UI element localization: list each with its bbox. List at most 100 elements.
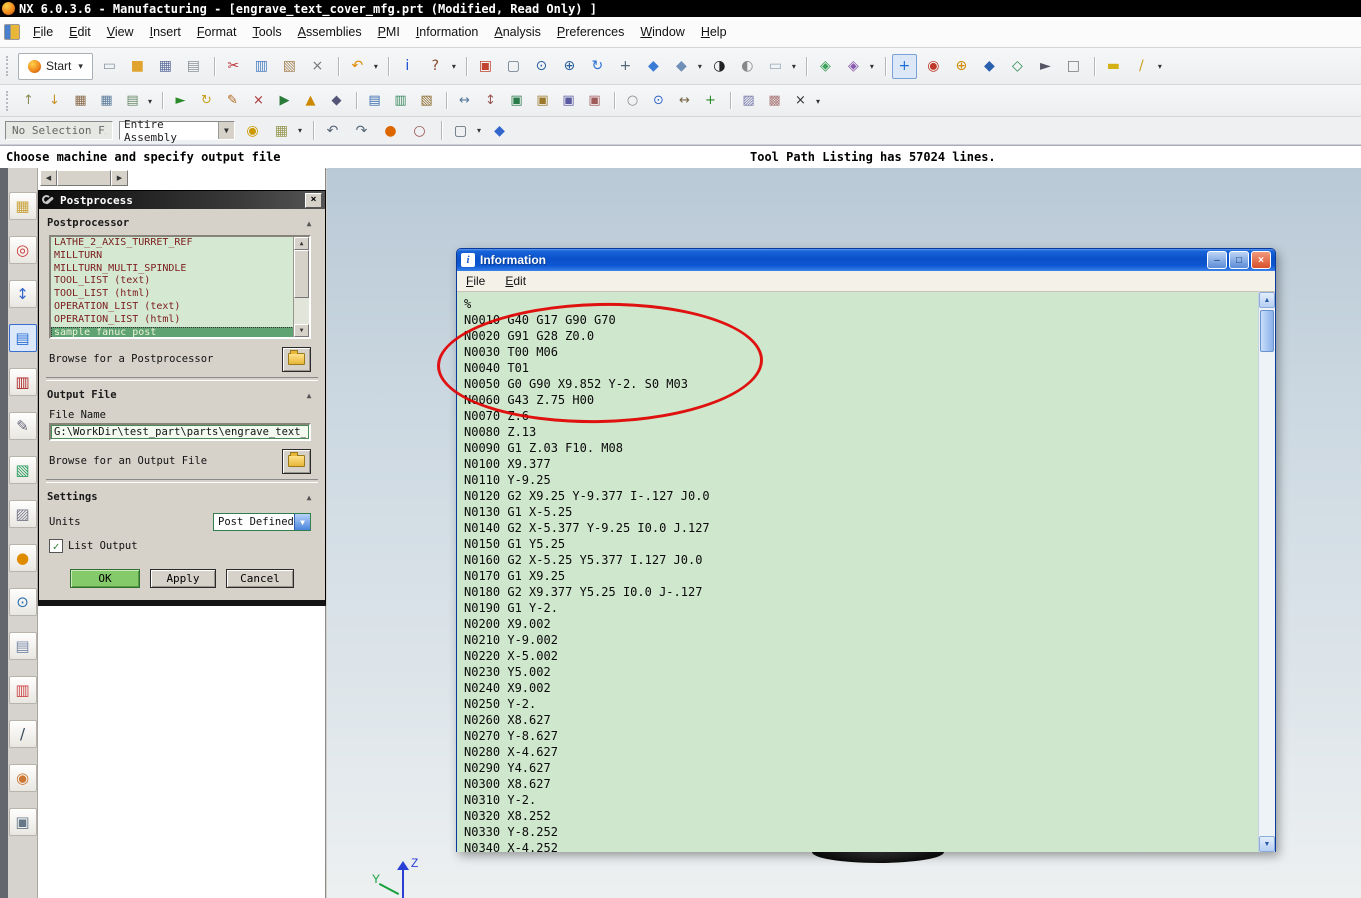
chevron-down-icon[interactable]: ▼ [294,514,310,530]
object-properties-icon[interactable]: ▨ [730,90,759,111]
delete-setup-icon[interactable]: × [790,90,821,111]
constraint-navigator-icon[interactable]: ◎ [8,236,37,264]
shaded-display-icon[interactable]: ◆ [642,55,665,78]
scrollbar-thumb[interactable] [57,170,111,186]
marquee-select-icon[interactable]: ▢ [441,119,482,142]
maximize-icon[interactable]: □ [1229,251,1249,269]
file-name-input[interactable] [49,423,311,441]
contacts-icon[interactable]: ◉ [8,764,37,792]
scroll-left-icon[interactable]: ◀ [40,170,57,186]
snap-redo-icon[interactable]: ↷ [350,119,373,142]
postprocessor-list-item[interactable]: TOOL_LIST (text) [51,275,294,288]
scrollbar-thumb[interactable] [1260,310,1274,352]
menu-item[interactable]: Information [409,23,486,41]
open-icon[interactable]: ■ [126,55,149,78]
information-titlebar[interactable]: i Information – □ × [457,249,1275,271]
machine-tool-view-icon[interactable]: ▣ [532,90,553,111]
method-view-icon[interactable]: ▣ [584,90,605,111]
postprocess-icon[interactable]: ▥ [390,90,411,111]
camera-icon[interactable]: ▣ [8,808,37,836]
scroll-up-icon[interactable]: ▲ [1259,292,1275,308]
create-operation-icon[interactable]: + [700,90,721,111]
synchronize-icon[interactable]: ↔ [674,90,695,111]
toolbar-drag-handle[interactable] [6,56,11,76]
scroll-down-icon[interactable]: ▼ [1259,836,1275,852]
minimize-icon[interactable]: – [1207,251,1227,269]
selection-filter-input[interactable] [10,123,108,138]
measure-distance-icon[interactable]: ▬ [1093,55,1125,78]
navigator-horizontal-scrollbar[interactable]: ◀ ▶ [40,170,128,186]
gcode-listing[interactable]: ▲ ▼ % N0010 G40 G17 G90 G70 N0020 G91 G28 … [457,292,1275,852]
list-scrollbar[interactable]: ▲ ▼ [293,237,309,337]
program-view-icon[interactable]: ▣ [506,90,527,111]
edit-toolpath-icon[interactable]: ✎ [222,90,243,111]
geometry-view-icon[interactable]: ▣ [558,90,579,111]
scroll-down-icon[interactable]: ▼ [294,324,309,337]
menu-item[interactable]: Help [694,23,734,41]
snap-undo-icon[interactable]: ↶ [313,119,344,142]
postprocessor-list-item[interactable]: MILLTURN_MULTI_SPINDLE [51,263,294,276]
delete-toolpath-icon[interactable]: × [248,90,269,111]
menu-item[interactable]: File [26,23,60,41]
apply-button[interactable]: Apply [150,569,216,588]
menu-item[interactable]: File [464,273,487,289]
snap-arc-icon[interactable]: ○ [408,119,431,142]
reorder-operations-icon[interactable]: ↕ [480,90,501,111]
display-tool-icon[interactable]: ⊙ [648,90,669,111]
output-settings-icon[interactable]: ▩ [764,90,785,111]
menu-item[interactable]: Edit [503,273,528,289]
verify-toolpath-icon[interactable]: ▶ [274,90,295,111]
lock-toolpath-icon[interactable]: ◆ [326,90,347,111]
menu-item[interactable]: View [100,23,141,41]
menu-item[interactable]: Analysis [487,23,548,41]
postprocessor-list-item[interactable]: TOOL_LIST (html) [51,288,294,301]
arrange-windows-icon[interactable]: ◈ [805,55,837,78]
menu-item[interactable]: PMI [371,23,407,41]
new-part-icon[interactable]: ▭ [98,55,121,78]
menu-item[interactable]: Window [633,23,691,41]
user-tools-icon[interactable]: ? [424,55,457,78]
collapse-section-icon[interactable]: ▲ [301,219,317,228]
menu-item[interactable]: Insert [143,23,188,41]
face-analysis-icon[interactable]: ◐ [736,55,759,78]
gouge-check-icon[interactable]: ▲ [300,90,321,111]
toolbar-drag-handle[interactable] [6,90,11,111]
selection-filter-box[interactable] [5,121,113,140]
vertical-scrollbar[interactable]: ▲ ▼ [1258,292,1275,852]
fit-view-icon[interactable]: ▢ [502,55,525,78]
start-menu-button[interactable]: Start [18,52,93,80]
postprocessor-list-item[interactable]: OPERATION_LIST (text) [51,301,294,314]
zoom-window-icon[interactable]: ⊙ [530,55,553,78]
ok-button[interactable]: OK [70,569,140,588]
list-toolpath-icon[interactable]: ▤ [356,90,385,111]
operation-navigator-icon[interactable]: ▤ [8,324,37,352]
menu-item[interactable]: Assemblies [291,23,369,41]
selection-scope-dropdown[interactable]: Entire Assembly ▼ [119,118,235,144]
annotation-pen-icon[interactable]: / [1130,55,1163,78]
selection-grid-icon[interactable]: ▦ [270,119,303,142]
postprocessor-list-item[interactable]: MILLTURN [51,250,294,263]
pan-view-icon[interactable]: + [614,55,637,78]
postprocessor-list-item[interactable]: sample fanuc post [51,326,294,337]
background-icon[interactable]: ▭ [764,55,797,78]
generate-toolpath-icon[interactable]: ► [162,90,191,111]
orient-wcs-icon[interactable]: + [884,53,917,79]
edit-object-display-icon[interactable]: ◑ [708,55,731,78]
templates-icon[interactable]: ▨ [8,500,37,528]
cut-icon[interactable]: ✂ [213,55,245,78]
chevron-down-icon[interactable]: ▼ [217,122,234,139]
documents-icon[interactable]: ▤ [8,632,37,660]
find-operation-icon[interactable]: ○ [614,90,643,111]
save-icon[interactable]: ▦ [154,55,177,78]
postprocessor-list-item[interactable]: LATHE_2_AXIS_TURRET_REF [51,237,294,250]
list-output-checkbox[interactable] [49,539,63,553]
zoom-in-out-icon[interactable]: ⊕ [558,55,581,78]
machining-knowledge-icon[interactable]: ▥ [8,368,37,396]
roles-icon[interactable]: ● [8,544,37,572]
collapse-section-icon[interactable]: ▲ [301,493,317,502]
replay-toolpath-icon[interactable]: ↻ [196,90,217,111]
assembly-navigator-icon[interactable]: ▦ [8,192,37,220]
quick-pick-icon[interactable]: □ [1062,55,1085,78]
print-icon[interactable]: ▤ [182,55,205,78]
display-mode-icon[interactable]: ◆ [670,55,703,78]
